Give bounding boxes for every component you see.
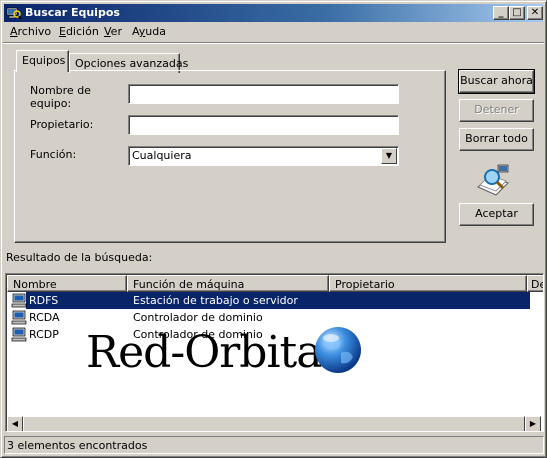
maximize-button[interactable]: □ bbox=[509, 6, 525, 20]
propietario-input[interactable] bbox=[128, 115, 399, 135]
funcion-select-value: Cualquiera bbox=[132, 149, 192, 162]
nombre-label: Nombre de equipo: bbox=[30, 84, 91, 110]
funcion-label: Función: bbox=[30, 148, 77, 161]
menu-ayuda[interactable]: Ayuda bbox=[132, 25, 166, 38]
table-row[interactable]: RCDA Controlador de dominio bbox=[8, 309, 530, 326]
results-label: Resultado de la búsqueda: bbox=[6, 251, 153, 264]
borrar-todo-button[interactable]: Borrar todo bbox=[459, 128, 534, 151]
menu-ayuda-pre: A bbox=[132, 25, 139, 38]
computer-icon bbox=[11, 310, 27, 325]
menu-edicion-rest: dición bbox=[65, 25, 99, 38]
chevron-down-icon[interactable]: ▼ bbox=[381, 148, 397, 164]
propietario-label: Propietario: bbox=[30, 118, 94, 131]
tab-panel-equipos: Nombre de equipo: Propietario: Función: … bbox=[14, 70, 446, 243]
computer-icon bbox=[11, 327, 27, 342]
column-header-propietario[interactable]: Propietario bbox=[329, 275, 527, 292]
menu-archivo-rest: rchivo bbox=[17, 25, 52, 38]
detener-button[interactable]: Detener bbox=[459, 99, 534, 122]
column-header-nombre[interactable]: Nombre bbox=[7, 275, 127, 292]
funcion-select[interactable]: Cualquiera ▼ bbox=[128, 146, 399, 166]
scroll-left-icon[interactable]: ◀ bbox=[7, 416, 23, 431]
menu-ayuda-rest: uda bbox=[145, 25, 166, 38]
menu-archivo-mnemonic: A bbox=[10, 25, 18, 38]
scroll-right-icon[interactable]: ▶ bbox=[525, 416, 541, 431]
menu-ver-rest: er bbox=[110, 25, 122, 38]
aceptar-button[interactable]: Aceptar bbox=[459, 203, 534, 226]
menu-edicion-mnemonic: E bbox=[59, 25, 66, 38]
buscar-ahora-button[interactable]: Buscar ahora bbox=[458, 69, 535, 94]
window-title: Buscar Equipos bbox=[25, 6, 120, 19]
column-header-funcion[interactable]: Función de máquina bbox=[127, 275, 329, 292]
globe-icon bbox=[315, 327, 361, 373]
menu-ver-mnemonic: V bbox=[104, 25, 111, 38]
row-nombre: RCDA bbox=[29, 311, 60, 324]
row-nombre: RDFS bbox=[29, 294, 59, 307]
find-computers-window: Buscar Equipos _ □ ✕ Archivo Edición Ver… bbox=[0, 0, 547, 458]
computer-icon bbox=[11, 293, 27, 308]
status-bar: 3 elementos encontrados bbox=[4, 436, 544, 454]
minimize-button[interactable]: _ bbox=[493, 6, 509, 20]
menu-archivo[interactable]: Archivo bbox=[10, 25, 51, 38]
menu-edicion[interactable]: Edición bbox=[59, 25, 99, 38]
title-bar[interactable]: Buscar Equipos _ □ ✕ bbox=[4, 4, 543, 22]
menu-separator bbox=[3, 42, 544, 44]
horizontal-scrollbar[interactable]: ◀ ▶ bbox=[7, 416, 541, 431]
menu-ver[interactable]: Ver bbox=[104, 25, 122, 38]
close-button[interactable]: ✕ bbox=[527, 6, 543, 20]
row-nombre: RCDP bbox=[29, 328, 59, 341]
table-row[interactable]: RDFS Estación de trabajo o servidor bbox=[8, 292, 530, 309]
nombre-input[interactable] bbox=[128, 84, 399, 104]
search-computer-icon bbox=[6, 7, 22, 20]
tab-equipos[interactable]: Equipos bbox=[16, 50, 69, 72]
column-header-de[interactable]: De bbox=[527, 275, 543, 292]
row-funcion: Controlador de dominio bbox=[133, 311, 263, 324]
watermark-text: Red-Orbita bbox=[86, 327, 322, 378]
search-animation-icon bbox=[477, 164, 509, 196]
scrollbar-thumb[interactable] bbox=[23, 416, 525, 431]
row-funcion: Estación de trabajo o servidor bbox=[133, 294, 298, 307]
